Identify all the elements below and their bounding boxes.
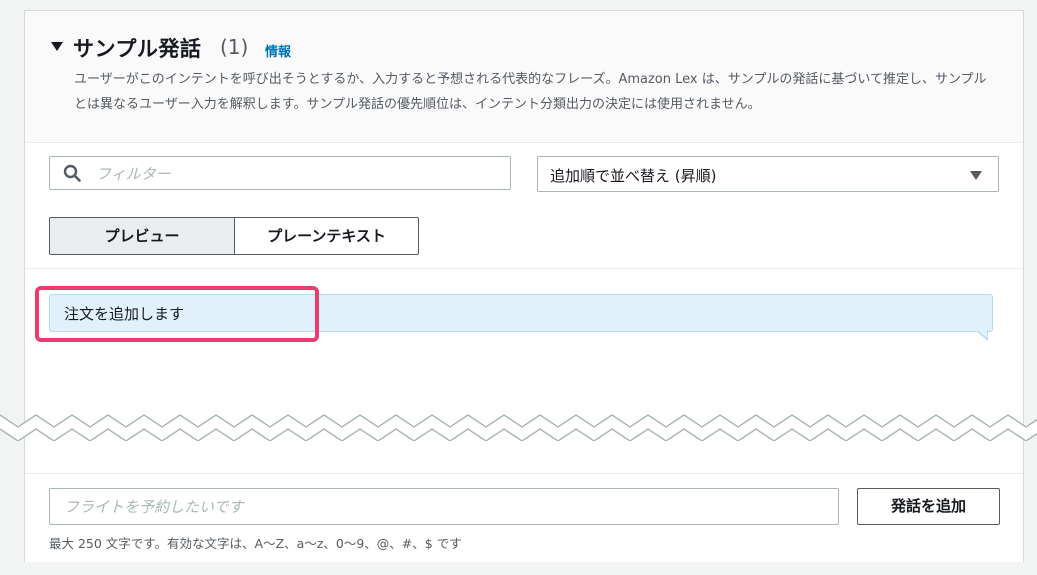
preview-toggle-button[interactable]: プレビュー [49,217,235,255]
info-link[interactable]: 情報 [265,41,291,60]
section-header: サンプル発話 (1) 情報 ユーザーがこのインテントを呼び出そうとするか、入力す… [25,11,1023,143]
section-count: (1) [220,35,249,59]
utterance-preview-area: 注文を追加します [25,268,1023,474]
filter-input[interactable] [94,161,498,187]
sort-selected-value: 追加順で並べ替え (昇順) [550,167,717,185]
section-description: ユーザーがこのインテントを呼び出そうとするか、入力すると予想される代表的なフレー… [74,72,987,112]
sample-utterances-panel: サンプル発話 (1) 情報 ユーザーがこのインテントを呼び出そうとするか、入力す… [24,10,1024,562]
sort-select[interactable]: 追加順で並べ替え (昇順) [537,156,999,192]
plaintext-toggle-button[interactable]: プレーンテキスト [234,217,419,255]
search-icon [63,164,81,182]
section-title[interactable]: サンプル発話 [73,33,201,63]
add-utterance-footer: 発話を追加 最大 250 文字です。有効な文字は、A～Z、a～z、0～9、@、#… [25,473,1023,562]
collapse-caret-icon[interactable] [51,42,63,51]
filter-field[interactable] [49,156,511,190]
highlight-box [35,286,319,342]
bubble-tail-fill [977,330,987,338]
add-utterance-button[interactable]: 発話を追加 [857,488,1000,525]
character-limit-hint: 最大 250 文字です。有効な文字は、A～Z、a～z、0～9、@、#、$ です [49,536,462,551]
add-utterance-input[interactable] [62,494,826,520]
torn-edge-divider [0,414,1037,441]
dropdown-arrow-icon [970,171,982,180]
add-utterance-field[interactable] [49,488,839,525]
